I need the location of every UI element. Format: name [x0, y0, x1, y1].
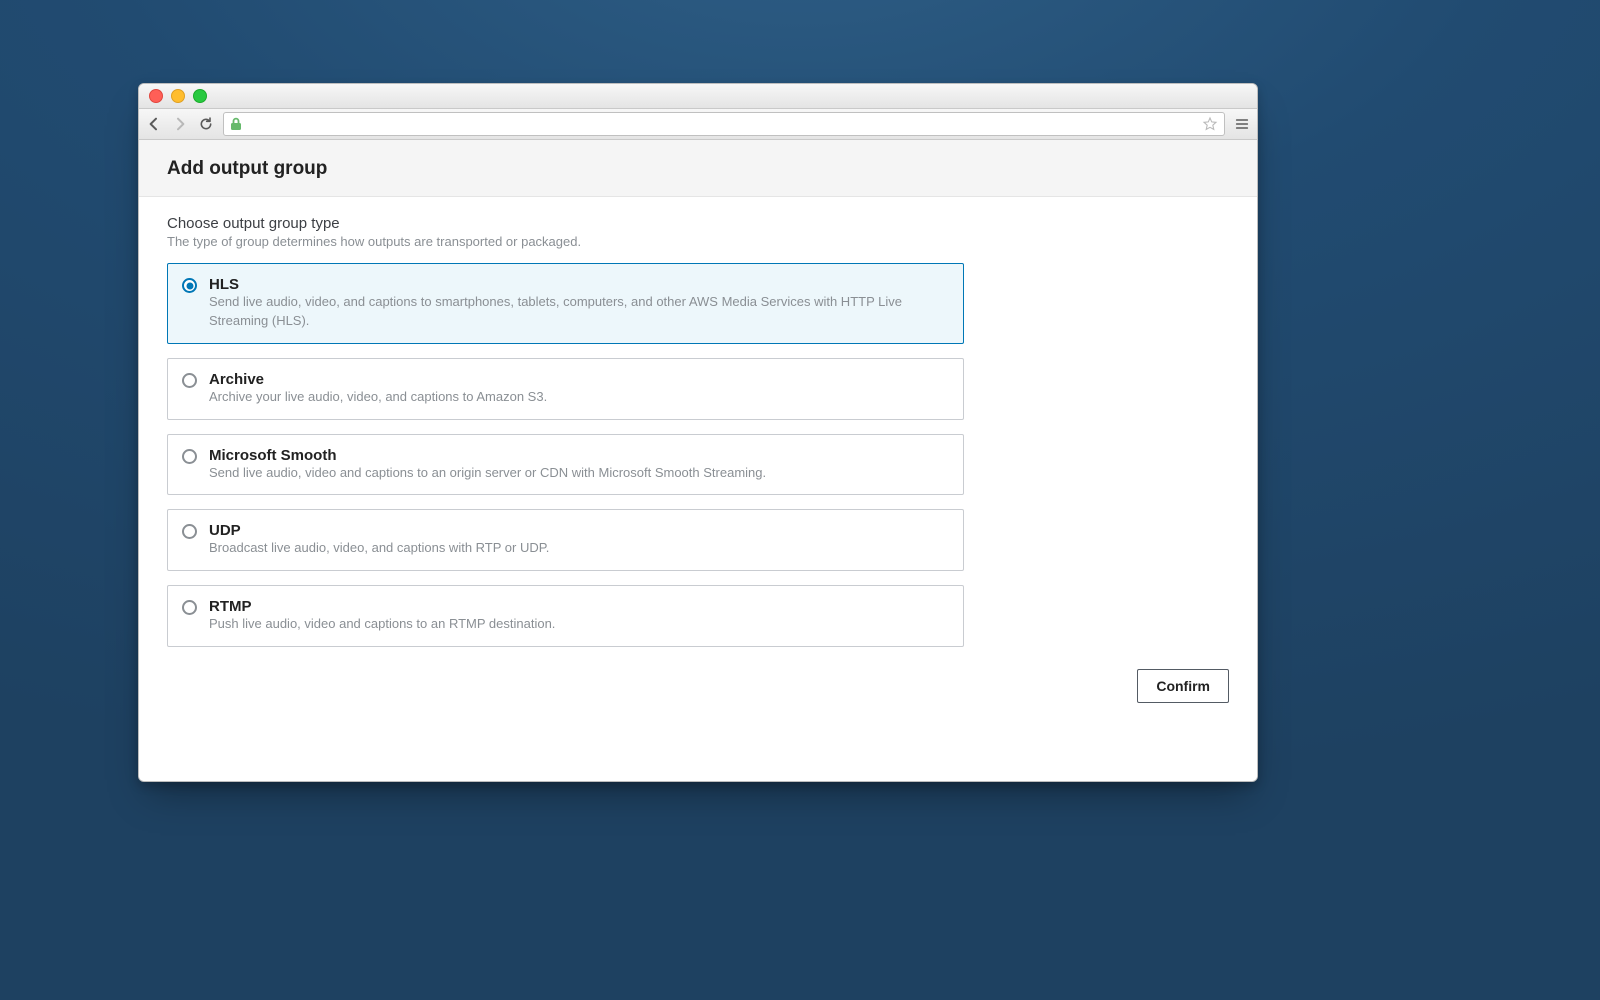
- radio-icon: [182, 278, 197, 293]
- maximize-window-button[interactable]: [193, 89, 207, 103]
- option-microsoft-smooth[interactable]: Microsoft Smooth Send live audio, video …: [167, 434, 964, 496]
- option-hls[interactable]: HLS Send live audio, video, and captions…: [167, 263, 964, 344]
- option-label: Archive: [209, 371, 264, 388]
- section-title: Choose output group type: [167, 215, 1229, 232]
- option-description: Send live audio, video and captions to a…: [209, 464, 949, 483]
- radio-icon: [182, 449, 197, 464]
- option-udp[interactable]: UDP Broadcast live audio, video, and cap…: [167, 509, 964, 571]
- reload-button[interactable]: [197, 115, 215, 133]
- radio-icon: [182, 373, 197, 388]
- option-label: UDP: [209, 522, 241, 539]
- option-label: Microsoft Smooth: [209, 447, 337, 464]
- section-subtitle: The type of group determines how outputs…: [167, 234, 1229, 249]
- minimize-window-button[interactable]: [171, 89, 185, 103]
- radio-icon: [182, 524, 197, 539]
- option-description: Push live audio, video and captions to a…: [209, 615, 949, 634]
- page-header: Add output group: [139, 140, 1257, 197]
- browser-window: Add output group Choose output group typ…: [138, 83, 1258, 782]
- option-rtmp[interactable]: RTMP Push live audio, video and captions…: [167, 585, 964, 647]
- option-description: Archive your live audio, video, and capt…: [209, 388, 949, 407]
- option-label: HLS: [209, 276, 239, 293]
- page-body: Choose output group type The type of gro…: [139, 197, 1257, 727]
- page-content: Add output group Choose output group typ…: [139, 140, 1257, 781]
- back-button[interactable]: [145, 115, 163, 133]
- window-titlebar: [139, 84, 1257, 109]
- footer: Confirm: [167, 669, 1229, 703]
- option-label: RTMP: [209, 598, 252, 615]
- forward-button[interactable]: [171, 115, 189, 133]
- page-title: Add output group: [167, 158, 1229, 180]
- bookmark-star-icon[interactable]: [1202, 116, 1218, 132]
- lock-icon: [230, 117, 242, 131]
- confirm-button[interactable]: Confirm: [1137, 669, 1229, 703]
- option-description: Send live audio, video, and captions to …: [209, 293, 949, 331]
- radio-icon: [182, 600, 197, 615]
- close-window-button[interactable]: [149, 89, 163, 103]
- address-bar[interactable]: [223, 112, 1225, 136]
- output-group-options: HLS Send live audio, video, and captions…: [167, 263, 964, 647]
- browser-toolbar: [139, 109, 1257, 140]
- browser-menu-button[interactable]: [1233, 115, 1251, 133]
- option-description: Broadcast live audio, video, and caption…: [209, 539, 949, 558]
- option-archive[interactable]: Archive Archive your live audio, video, …: [167, 358, 964, 420]
